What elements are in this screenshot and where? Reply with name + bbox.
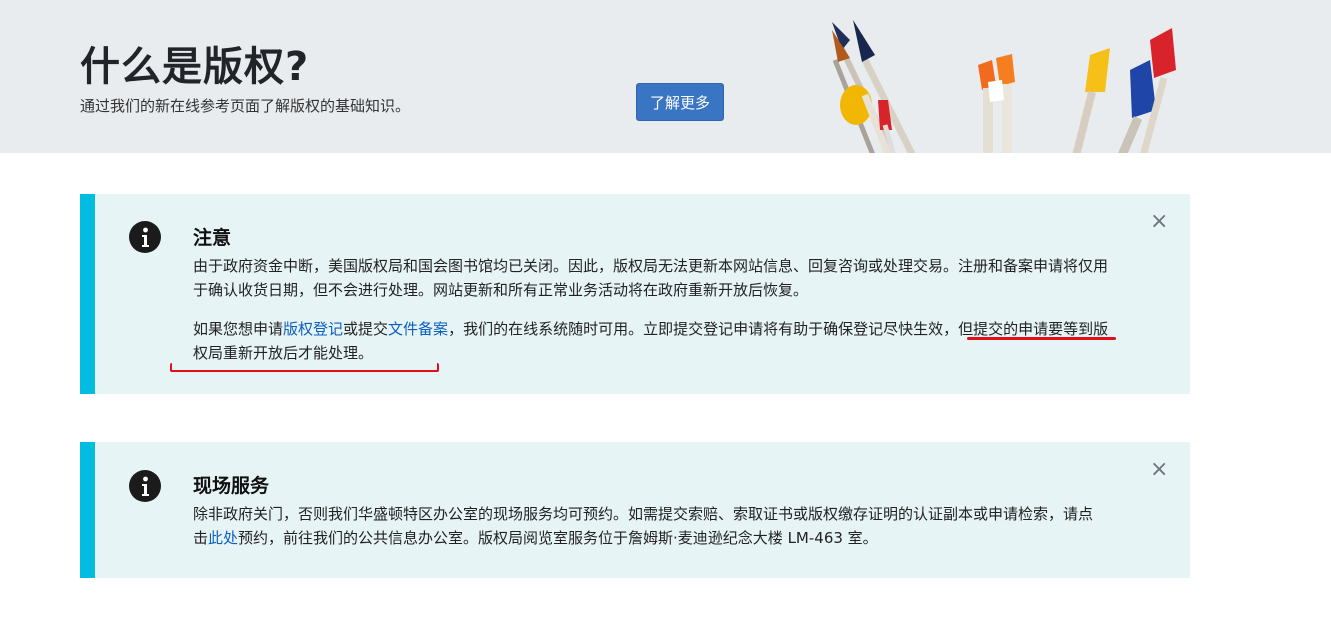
copyright-registration-link[interactable]: 版权登记 (283, 320, 343, 338)
notice-paragraph-2: 如果您想申请版权登记或提交文件备案，我们的在线系统随时可用。立即提交登记申请将有… (193, 317, 1113, 365)
hero-banner: 什么是版权? 通过我们的新在线参考页面了解版权的基础知识。 了解更多 (0, 0, 1331, 153)
onsite-text: 预约，前往我们的公共信息办公室。版权局阅览室服务位于詹姆斯·麦迪逊纪念大楼 LM… (238, 529, 878, 547)
annotation-box (170, 363, 439, 372)
appointment-here-link[interactable]: 此处 (208, 529, 238, 547)
paintbrushes-illustration (832, 20, 1176, 153)
close-icon[interactable]: × (1150, 459, 1168, 481)
onsite-paragraph: 除非政府关门，否则我们华盛顿特区办公室的现场服务均可预约。如需提交索赔、索取证书… (193, 502, 1093, 550)
learn-more-button[interactable]: 了解更多 (636, 83, 724, 121)
notice-paragraph-1: 由于政府资金中断，美国版权局和国会图书馆均已关闭。因此，版权局无法更新本网站信息… (193, 257, 1109, 299)
notice-text: 或提交 (343, 320, 389, 338)
page-title: 什么是版权? (80, 44, 310, 90)
onsite-title: 现场服务 (193, 475, 270, 497)
close-icon[interactable]: × (1150, 211, 1168, 233)
notice-text: 如果您想申请 (193, 320, 284, 338)
info-icon (129, 470, 161, 502)
info-icon (129, 221, 161, 253)
notice-title: 注意 (193, 227, 232, 249)
onsite-services-alert: 现场服务 除非政府关门，否则我们华盛顿特区办公室的现场服务均可预约。如需提交索赔… (80, 442, 1190, 578)
hero-subtitle: 通过我们的新在线参考页面了解版权的基础知识。 (80, 97, 411, 115)
document-recordation-link[interactable]: 文件备案 (388, 320, 448, 338)
annotation-underline (967, 337, 1116, 340)
